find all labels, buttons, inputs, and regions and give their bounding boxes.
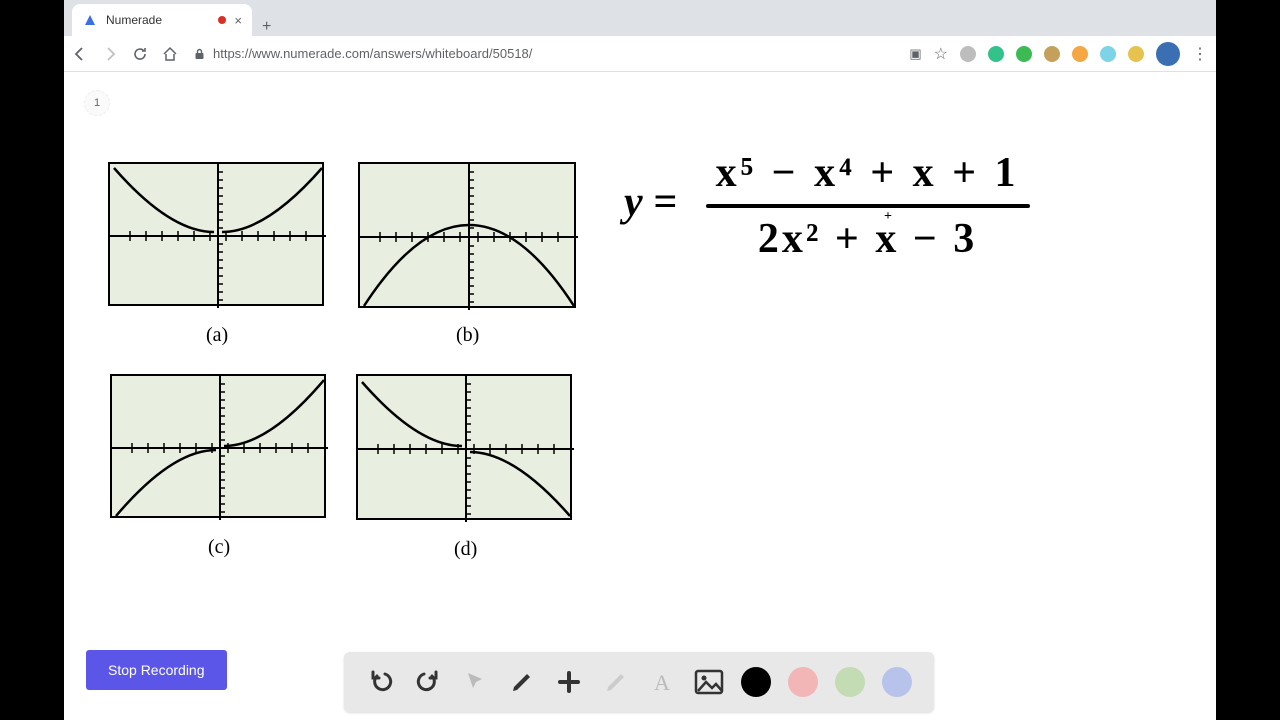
- pen-tool-icon[interactable]: [507, 667, 537, 697]
- cast-icon[interactable]: ▣: [909, 46, 921, 62]
- extension-icon[interactable]: [1016, 46, 1032, 62]
- nav-controls: [72, 46, 178, 62]
- tab-title: Numerade: [106, 13, 162, 27]
- equation: y = x⁵ − x⁴ + x + 1 2x² + x − 3 +: [624, 152, 1030, 260]
- graph-d-label: (d): [454, 538, 477, 561]
- reload-icon[interactable]: [132, 46, 148, 62]
- fraction-bar: [706, 204, 1030, 208]
- color-pink-swatch[interactable]: [788, 667, 818, 697]
- equation-denominator: 2x² + x − 3: [748, 212, 987, 260]
- browser-window: Numerade × + https://www.numerad: [64, 0, 1216, 720]
- home-icon[interactable]: [162, 46, 178, 62]
- equation-numerator: x⁵ − x⁴ + x + 1: [706, 152, 1030, 200]
- browser-toolbar: https://www.numerade.com/answers/whitebo…: [64, 36, 1216, 72]
- color-green-swatch[interactable]: [835, 667, 865, 697]
- tab-strip: Numerade × +: [64, 0, 1216, 36]
- extension-icon[interactable]: [1044, 46, 1060, 62]
- bookmark-star-icon[interactable]: ☆: [934, 44, 948, 64]
- graph-b-label: (b): [456, 324, 479, 347]
- recording-indicator-icon: [218, 16, 226, 24]
- site-favicon: [82, 12, 98, 28]
- eraser-tool-icon[interactable]: [601, 667, 631, 697]
- pointer-tool-icon[interactable]: [460, 667, 490, 697]
- profile-avatar[interactable]: [1156, 42, 1180, 66]
- back-icon[interactable]: [72, 46, 88, 62]
- color-black-swatch[interactable]: [741, 667, 771, 697]
- whiteboard-canvas[interactable]: 1 (a): [64, 72, 1216, 720]
- equation-lhs: y =: [624, 180, 677, 226]
- extension-icon[interactable]: [960, 46, 976, 62]
- svg-text:A: A: [654, 670, 670, 694]
- graph-c-label: (c): [208, 536, 230, 559]
- image-tool-icon[interactable]: [694, 667, 724, 697]
- add-icon[interactable]: [554, 667, 584, 697]
- graph-a: [108, 162, 324, 306]
- whiteboard-toolbar: A: [344, 652, 934, 712]
- drawing-cursor-icon: +: [884, 210, 892, 224]
- tab-numerade[interactable]: Numerade ×: [72, 4, 252, 36]
- undo-icon[interactable]: [366, 667, 396, 697]
- text-tool-icon[interactable]: A: [647, 667, 677, 697]
- menu-icon[interactable]: ⋮: [1192, 44, 1208, 64]
- forward-icon: [102, 46, 118, 62]
- page-indicator[interactable]: 1: [84, 90, 110, 116]
- address-bar[interactable]: https://www.numerade.com/answers/whitebo…: [188, 46, 899, 61]
- extension-icon[interactable]: [988, 46, 1004, 62]
- lock-icon: [194, 48, 205, 60]
- graph-b: [358, 162, 576, 308]
- stop-recording-button[interactable]: Stop Recording: [86, 650, 227, 690]
- url-text: https://www.numerade.com/answers/whitebo…: [213, 46, 532, 61]
- extension-icon[interactable]: [1128, 46, 1144, 62]
- graph-c: [110, 374, 326, 518]
- color-blue-swatch[interactable]: [882, 667, 912, 697]
- equation-fraction: x⁵ − x⁴ + x + 1 2x² + x − 3: [706, 152, 1030, 260]
- close-tab-icon[interactable]: ×: [234, 13, 242, 28]
- extension-icon[interactable]: [1072, 46, 1088, 62]
- new-tab-button[interactable]: +: [252, 18, 281, 36]
- extension-icon[interactable]: [1100, 46, 1116, 62]
- extension-icons: ▣ ☆ ⋮: [909, 42, 1208, 66]
- graph-d: [356, 374, 572, 520]
- redo-icon[interactable]: [413, 667, 443, 697]
- graph-a-label: (a): [206, 324, 228, 347]
